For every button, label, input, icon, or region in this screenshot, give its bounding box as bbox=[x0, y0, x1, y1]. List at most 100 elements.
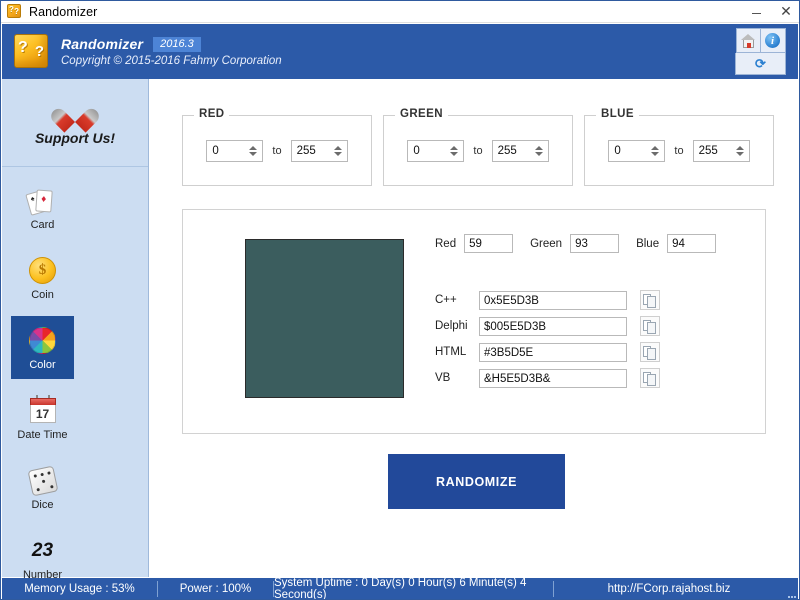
sidebar-item-coin[interactable]: $ Coin bbox=[11, 246, 74, 309]
spinner-arrows-icon[interactable] bbox=[447, 141, 461, 161]
blue-value-field[interactable]: 94 bbox=[667, 234, 717, 253]
code-row-delphi: Delphi $005E5D3B bbox=[435, 316, 660, 336]
green-value-field[interactable]: 93 bbox=[570, 234, 620, 253]
group-title: BLUE bbox=[596, 108, 639, 120]
version-badge: 2016.3 bbox=[153, 36, 201, 52]
green-value-label: Green bbox=[530, 237, 563, 250]
vb-code-field[interactable]: &H5E5D3B& bbox=[479, 368, 627, 388]
copy-icon[interactable] bbox=[640, 368, 660, 388]
to-label: to bbox=[473, 144, 483, 157]
color-code-list: C++ 0x5E5D3B Delphi $005E5D3B HTML #3B5D… bbox=[435, 290, 660, 394]
color-wheel-icon bbox=[26, 325, 60, 357]
sidebar-item-color[interactable]: Color bbox=[11, 316, 74, 379]
copy-icon[interactable] bbox=[640, 290, 660, 310]
refresh-button[interactable]: ⟳ bbox=[735, 53, 786, 75]
app-window: Randomizer ✕ ?? Randomizer 2016.3 Copyri… bbox=[0, 0, 800, 600]
sidebar-item-dice[interactable]: Dice bbox=[11, 456, 74, 519]
red-range-group: RED 0 to 255 bbox=[182, 108, 372, 186]
close-button[interactable]: ✕ bbox=[771, 1, 799, 23]
code-label: VB bbox=[435, 372, 451, 384]
number-23-icon: 23 bbox=[31, 539, 54, 561]
main-content: RED 0 to 255 GREEN 0 to 255 BLUE 0 to 25… bbox=[150, 79, 799, 577]
dice-icon bbox=[26, 465, 60, 497]
copy-icon[interactable] bbox=[640, 342, 660, 362]
blue-range-group: BLUE 0 to 255 bbox=[584, 108, 774, 186]
spinner-arrows-icon[interactable] bbox=[733, 141, 747, 161]
window-controls: ✕ bbox=[741, 1, 799, 23]
website-link[interactable]: http://FCorp.rajahost.biz bbox=[554, 578, 784, 599]
home-button[interactable] bbox=[735, 28, 761, 53]
input-value: 255 bbox=[296, 144, 316, 157]
sidebar-item-label: Dice bbox=[31, 498, 54, 511]
minimize-button[interactable] bbox=[741, 1, 771, 23]
memory-usage-status: Memory Usage : 53% bbox=[24, 583, 135, 595]
refresh-icon: ⟳ bbox=[755, 55, 766, 71]
spinner-arrows-icon[interactable] bbox=[648, 141, 662, 161]
code-row-vb: VB &H5E5D3B& bbox=[435, 368, 660, 388]
input-value: 255 bbox=[698, 144, 718, 157]
coin-icon: $ bbox=[26, 255, 60, 287]
spinner-arrows-icon[interactable] bbox=[331, 141, 345, 161]
spinner-arrows-icon[interactable] bbox=[532, 141, 546, 161]
blue-max-input[interactable]: 255 bbox=[692, 139, 750, 162]
app-cube-icon bbox=[7, 3, 23, 20]
color-swatch bbox=[245, 239, 404, 398]
red-max-input[interactable]: 255 bbox=[290, 139, 348, 162]
html-code-field[interactable]: #3B5D5E bbox=[479, 342, 627, 362]
copy-icon[interactable] bbox=[640, 316, 660, 336]
blue-value-label: Blue bbox=[636, 237, 660, 250]
input-value: 255 bbox=[497, 144, 517, 157]
sidebar-item-label: Coin bbox=[31, 288, 54, 301]
sidebar-item-label: Date Time bbox=[17, 428, 68, 441]
app-header: ?? Randomizer 2016.3 Copyright © 2015-20… bbox=[2, 24, 798, 79]
sidebar-item-date-time[interactable]: 17 Date Time bbox=[11, 386, 74, 449]
red-min-input[interactable]: 0 bbox=[206, 139, 264, 162]
green-range-group: GREEN 0 to 255 bbox=[383, 108, 573, 186]
sidebar-item-card[interactable]: Card bbox=[11, 176, 74, 239]
group-title: RED bbox=[194, 108, 230, 120]
color-result-panel: Red 59 Green 93 Blue 94 C++ 0x5E5D3B Del… bbox=[182, 209, 766, 434]
green-max-input[interactable]: 255 bbox=[491, 139, 549, 162]
info-button[interactable]: i bbox=[760, 28, 786, 53]
power-status: Power : 100% bbox=[179, 583, 252, 595]
to-label: to bbox=[272, 144, 282, 157]
playing-cards-icon bbox=[24, 185, 60, 217]
code-label: C++ bbox=[435, 294, 457, 306]
info-icon: i bbox=[765, 33, 780, 48]
spinner-arrows-icon[interactable] bbox=[246, 141, 260, 161]
blue-min-input[interactable]: 0 bbox=[608, 139, 666, 162]
support-us-button[interactable]: Support Us! bbox=[2, 79, 148, 167]
sidebar-item-label: Card bbox=[30, 218, 55, 231]
window-title: Randomizer bbox=[29, 4, 98, 19]
input-value: 0 bbox=[413, 144, 420, 157]
header-toolbar: i ⟳ bbox=[735, 28, 786, 75]
group-title: GREEN bbox=[395, 108, 448, 120]
code-label: Delphi bbox=[435, 320, 468, 332]
copyright-text: Copyright © 2015-2016 Fahmy Corporation bbox=[61, 55, 282, 67]
red-value-field[interactable]: 59 bbox=[464, 234, 514, 253]
calendar-icon: 17 bbox=[26, 395, 60, 427]
code-row-html: HTML #3B5D5E bbox=[435, 342, 660, 362]
code-row-cpp: C++ 0x5E5D3B bbox=[435, 290, 660, 310]
rgb-range-groups: RED 0 to 255 GREEN 0 to 255 BLUE 0 to 25… bbox=[182, 108, 785, 186]
sidebar-item-label: Color bbox=[29, 358, 56, 371]
input-value: 0 bbox=[212, 144, 219, 157]
home-icon bbox=[740, 33, 756, 48]
code-label: HTML bbox=[435, 346, 467, 358]
delphi-code-field[interactable]: $005E5D3B bbox=[479, 316, 627, 336]
green-min-input[interactable]: 0 bbox=[407, 139, 465, 162]
sidebar: Support Us! Card $ Coin Color bbox=[2, 79, 149, 581]
app-name: Randomizer bbox=[61, 36, 144, 52]
title-bar: Randomizer ✕ bbox=[1, 1, 799, 23]
rgb-values-row: Red 59 Green 93 Blue 94 bbox=[435, 234, 717, 253]
randomize-button[interactable]: RANDOMIZE bbox=[388, 454, 565, 509]
status-bar: Memory Usage : 53% Power : 100% System U… bbox=[2, 577, 798, 599]
to-label: to bbox=[674, 144, 684, 157]
app-cube-icon: ?? bbox=[14, 33, 50, 70]
cpp-code-field[interactable]: 0x5E5D3B bbox=[479, 290, 627, 310]
resize-grip-icon[interactable] bbox=[784, 578, 798, 599]
input-value: 0 bbox=[614, 144, 621, 157]
support-us-label: Support Us! bbox=[34, 130, 116, 146]
red-value-label: Red bbox=[435, 237, 457, 250]
sidebar-tile-grid: Card $ Coin Color 17 bbox=[2, 167, 148, 599]
